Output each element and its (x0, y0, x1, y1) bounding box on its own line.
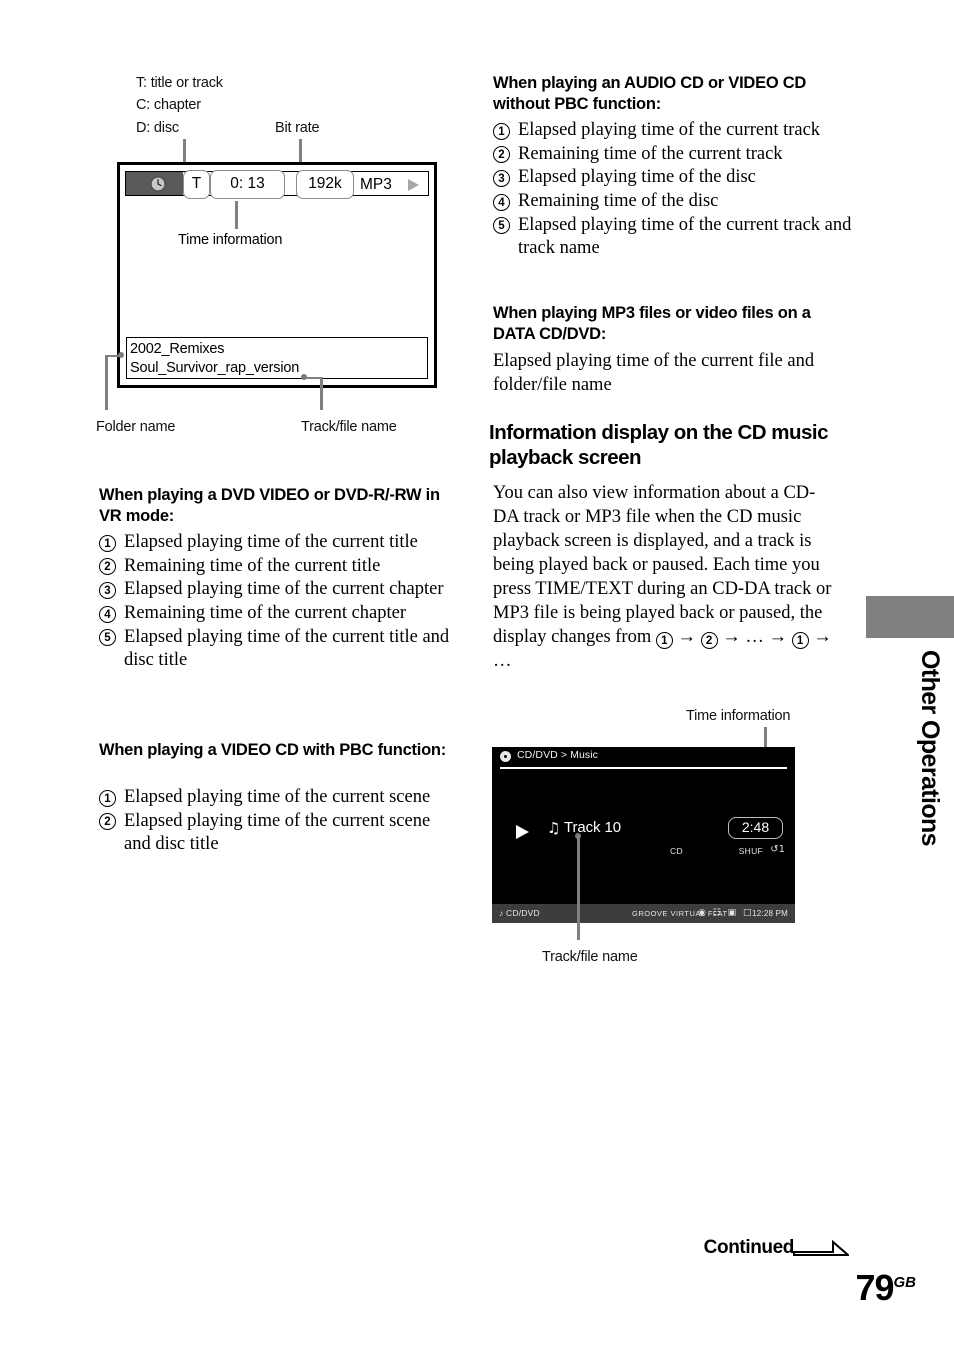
osd-folder-name: 2002_Remixes (130, 341, 225, 357)
circled-number-1: 1 (493, 122, 510, 140)
audio-cd-section-heading: When playing an AUDIO CD or VIDEO CD wit… (493, 74, 807, 114)
list-item: 2 Remaining time of the current title (99, 555, 459, 579)
status-source-text: CD/DVD (506, 908, 540, 918)
circled-number-2: 2 (493, 146, 510, 164)
continued-label: Continued (703, 1237, 795, 1258)
osd-track-file-name: Soul_Survivor_rap_version (130, 360, 300, 376)
sequence-arrow-icon: → (768, 627, 788, 648)
list-item: 3 Elapsed playing time of the disc (493, 166, 853, 190)
list-item: 1 Elapsed playing time of the current sce… (99, 786, 459, 810)
circled-number-3: 3 (493, 169, 510, 187)
osd-codec-label: MP3 (360, 176, 392, 193)
osd-name-bar: 2002_Remixes Soul_Survivor_rap_version (126, 337, 428, 379)
header-divider (500, 767, 787, 769)
cd-track-name-leader-line (577, 836, 580, 940)
track-file-name-label: Track/file name (301, 419, 397, 435)
folder-name-leader-v (105, 354, 108, 410)
dvd-section-heading: When playing a DVD VIDEO or DVD-R/-RW in… (99, 486, 440, 526)
info-display-paragraph-text: You can also view information about a CD… (493, 483, 832, 648)
sequence-arrow-icon: → (813, 627, 832, 648)
cd-source-label: CD (670, 846, 683, 856)
music-note-icon: ♪ (499, 908, 504, 918)
play-triangle-icon (408, 179, 419, 191)
cd-status-bar: ♪ CD/DVD GROOVE VIRTUAL FLAT ◉ ☷ ▣ □ 12:… (492, 904, 795, 923)
folder-name-label: Folder name (96, 419, 176, 435)
list-item: 3 Elapsed playing time of the current cha… (99, 578, 459, 602)
status-tray-icons: ◉ ☷ ▣ □ (698, 908, 754, 918)
page-number-suffix: GB (893, 1274, 917, 1291)
osd-bitrate-field: 192k (296, 170, 354, 199)
vcd-pbc-section-list: 1 Elapsed playing time of the current sce… (99, 786, 459, 857)
circled-number-1: 1 (791, 632, 809, 650)
circled-number-1: 1 (655, 632, 673, 650)
cd-time-information-label: Time information (686, 708, 791, 724)
audio-cd-section-list: 1 Elapsed playing time of the current tra… (493, 119, 853, 261)
osd-status-bar: T 0: 13 192k MP3 (125, 170, 429, 199)
side-tab-label: Other Operations (916, 650, 944, 846)
circled-number-4: 4 (493, 193, 510, 211)
status-clock: 12:28 PM (752, 909, 788, 918)
mp3-section-heading: When playing MP3 files or video files on… (493, 304, 811, 344)
breadcrumb: CD/DVD > Music (517, 749, 599, 761)
shuffle-indicator: SHUF (738, 846, 763, 856)
disc-icon (500, 751, 511, 762)
long-arrow-right-icon (793, 1239, 849, 1256)
dvd-section-list: 1 Elapsed playing time of the current tit… (99, 531, 459, 673)
cd-time-display: 2:48 (728, 817, 783, 839)
side-tab-block (866, 596, 954, 638)
play-triangle-icon (516, 825, 529, 839)
cd-music-playback-screen: CD/DVD > Music ♫ Track 10 2:48 CD SHUF ↺… (492, 747, 795, 923)
info-display-paragraph: You can also view information about a CD… (493, 481, 841, 673)
circled-number-2: 2 (700, 632, 718, 650)
repeat-icon: ↺1 (770, 844, 785, 855)
osd-legend-disc: D: disc (136, 120, 179, 136)
clock-icon (150, 175, 166, 192)
page-number: 79GB (855, 1267, 916, 1309)
sequence-arrow-icon: → (677, 627, 697, 648)
bit-rate-callout-label: Bit rate (275, 120, 320, 136)
osd-display-diagram: T 0: 13 192k MP3 Time information 2002_R… (117, 162, 437, 388)
status-source-label: ♪ CD/DVD (499, 908, 540, 918)
osd-legend-title-track: T: title or track (136, 75, 223, 91)
vcd-pbc-section-heading: When playing a VIDEO CD with PBC functio… (99, 741, 446, 759)
circled-number-5: 5 (493, 217, 510, 235)
time-information-label: Time information (178, 232, 283, 248)
list-item: 1 Elapsed playing time of the current tra… (493, 119, 853, 143)
time-info-leader-line (235, 201, 238, 229)
info-display-heading: Information display on the CD music play… (489, 421, 829, 469)
sequence-ellipsis: … (745, 627, 764, 648)
sequence-arrow-icon: → (722, 627, 741, 648)
list-item: 2 Elapsed playing time of the current sce… (99, 810, 459, 857)
list-item: 4 Remaining time of the current chapter (99, 602, 459, 626)
track-file-name-leader-v (320, 376, 323, 410)
circled-number-4: 4 (99, 605, 116, 623)
sequence-ellipsis: … (493, 651, 512, 672)
osd-time-field: 0: 13 (210, 170, 285, 199)
cd-screen-header: CD/DVD > Music (492, 747, 795, 767)
circled-number-5: 5 (99, 629, 116, 647)
page-number-value: 79 (855, 1267, 894, 1308)
circled-number-1: 1 (99, 789, 116, 807)
osd-legend-chapter: C: chapter (136, 97, 201, 113)
cd-track-file-name-label: Track/file name (542, 949, 638, 965)
circled-number-2: 2 (99, 558, 116, 576)
cd-track-name: Track 10 (564, 819, 621, 836)
circled-number-3: 3 (99, 581, 116, 599)
list-item: 5 Elapsed playing time of the current tra… (493, 214, 853, 261)
list-item: 2 Remaining time of the current track (493, 143, 853, 167)
osd-type-field: T (183, 170, 210, 199)
mp3-section-body: Elapsed playing time of the current file… (493, 351, 815, 396)
list-item: 5 Elapsed playing time of the current tit… (99, 626, 459, 673)
manual-page: T: title or track C: chapter D: disc Bit… (0, 0, 954, 1357)
list-item: 1 Elapsed playing time of the current tit… (99, 531, 459, 555)
circled-number-1: 1 (99, 534, 116, 552)
circled-number-2: 2 (99, 813, 116, 831)
list-item: 4 Remaining time of the disc (493, 190, 853, 214)
music-note-icon: ♫ (547, 819, 561, 837)
